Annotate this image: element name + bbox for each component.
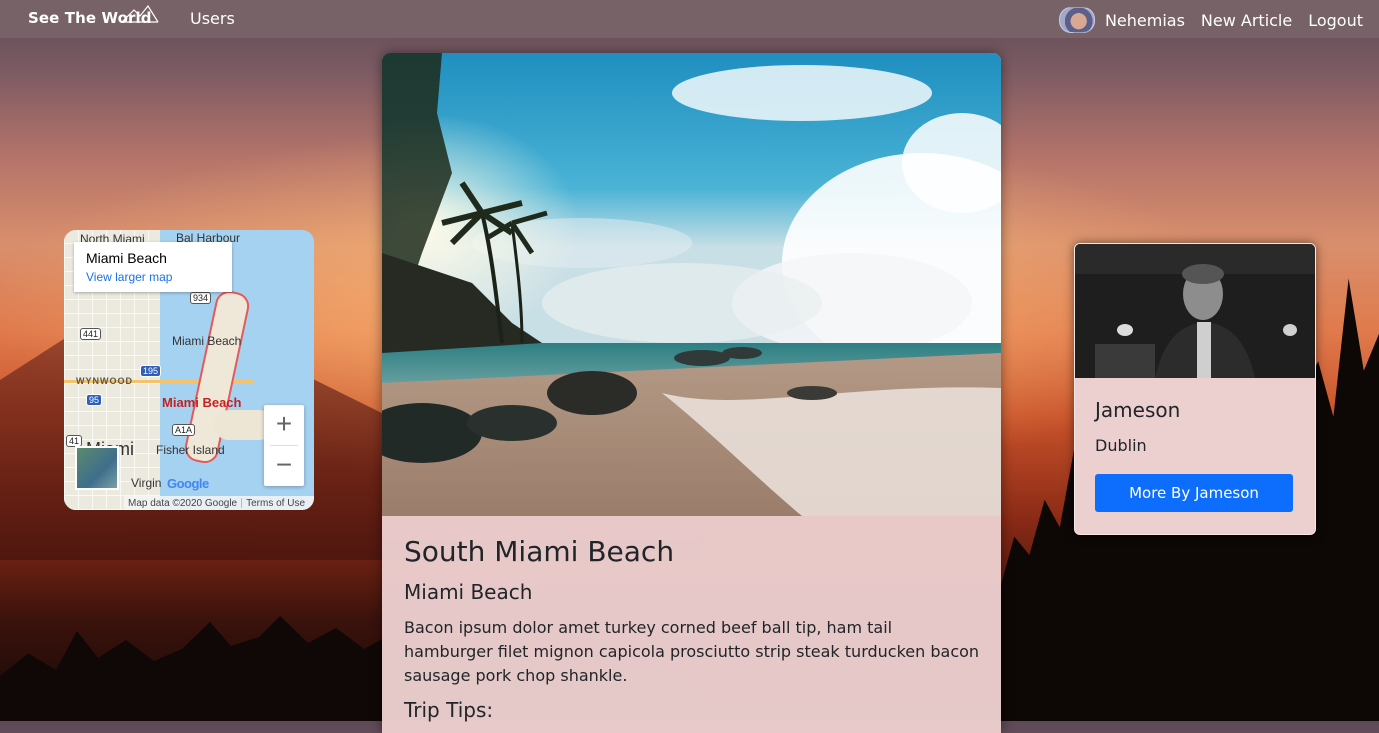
article-title: South Miami Beach <box>404 535 675 568</box>
nav-new-article-link[interactable]: New Article <box>1201 11 1292 30</box>
map-label-virgin: Virgin <box>131 476 162 490</box>
map-label-miami-beach-red: Miami Beach <box>162 395 242 410</box>
map-info-window: Miami Beach View larger map <box>74 242 232 292</box>
author-name: Jameson <box>1095 398 1181 422</box>
map-label-wynwood: WYNWOOD <box>76 376 133 386</box>
google-logo: Google <box>167 476 209 491</box>
map-attribution: Map data ©2020 Google <box>128 497 238 509</box>
map-zoom-controls: + − <box>264 405 304 486</box>
author-photo <box>1075 244 1315 378</box>
map-info-title: Miami Beach <box>86 250 167 266</box>
mountain-logo-icon <box>121 4 159 23</box>
article-body: South Miami Beach Miami Beach Bacon ipsu… <box>404 531 984 722</box>
user-avatar[interactable] <box>1058 7 1095 33</box>
zoom-in-button[interactable]: + <box>264 405 304 445</box>
trip-tips-heading: Trip Tips: <box>404 698 494 722</box>
map-terms-link[interactable]: Terms of Use <box>242 498 309 509</box>
map-shield-441: 441 <box>80 328 102 340</box>
map-shield-195: 195 <box>140 365 162 377</box>
map-footer: Map data ©2020 Google Terms of Use <box>124 496 314 510</box>
view-larger-map-link[interactable]: View larger map <box>86 270 172 284</box>
map-shield-95: 95 <box>86 394 103 406</box>
author-card: Jameson Dublin More By Jameson <box>1074 243 1316 535</box>
article-hero-image <box>382 53 1001 516</box>
map-shield-a1a: A1A <box>172 424 196 436</box>
article-location: Miami Beach <box>404 580 533 604</box>
nav-username-link[interactable]: Nehemias <box>1105 11 1185 30</box>
nav-users-link[interactable]: Users <box>190 9 235 28</box>
more-by-author-button[interactable]: More By Jameson <box>1095 474 1293 512</box>
map-label-miami-beach: Miami Beach <box>172 334 242 348</box>
map-label-fisher-island: Fisher Island <box>156 443 225 457</box>
nav-right: Nehemias New Article Logout <box>1058 7 1363 33</box>
nav-logout-link[interactable]: Logout <box>1308 11 1363 30</box>
author-city: Dublin <box>1095 436 1147 455</box>
article-text: Bacon ipsum dolor amet turkey corned bee… <box>404 618 980 685</box>
zoom-out-button[interactable]: − <box>264 446 304 486</box>
map-shield-934: 934 <box>190 292 212 304</box>
article-card: South Miami Beach Miami Beach Bacon ipsu… <box>382 53 1001 733</box>
navbar: See The World Users Nehemias New Article… <box>0 0 1379 38</box>
satellite-toggle-button[interactable] <box>75 446 119 490</box>
map-widget[interactable]: North Miami Bal Harbour Miami Beach WYNW… <box>64 230 314 510</box>
